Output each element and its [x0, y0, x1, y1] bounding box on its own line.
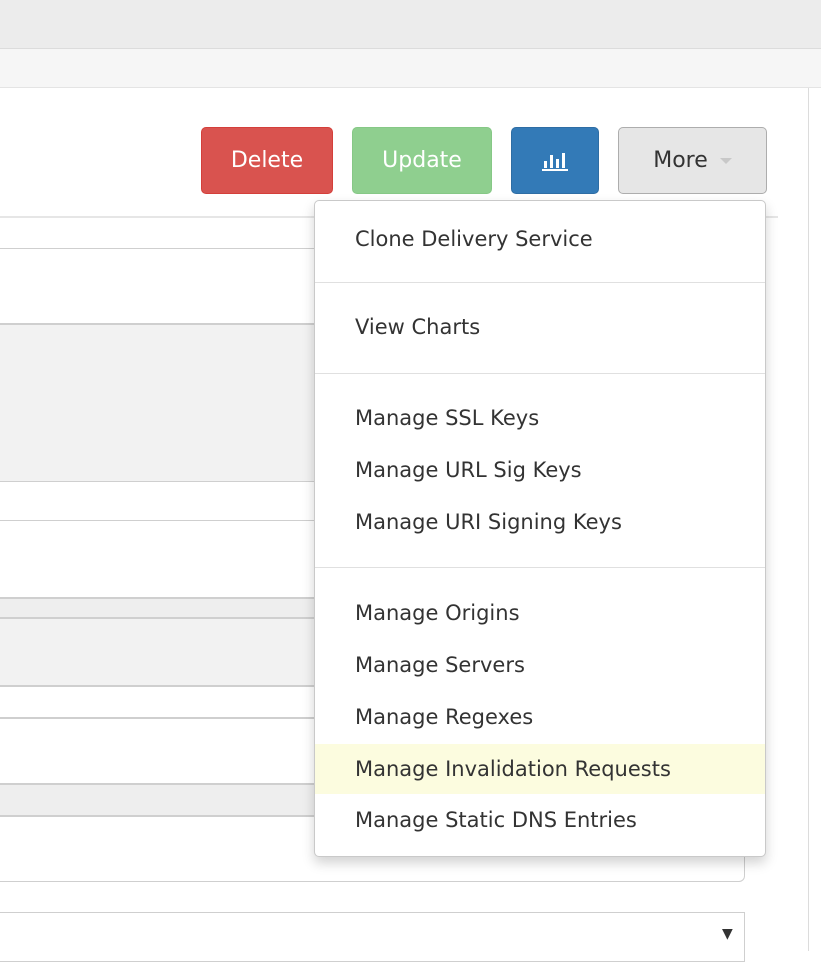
update-button[interactable]: Update [352, 127, 492, 194]
menu-item-label: Clone Delivery Service [355, 227, 593, 251]
menu-item-manage-regexes[interactable]: Manage Regexes [315, 692, 765, 742]
top-header-bar [0, 0, 821, 49]
menu-divider [315, 373, 765, 374]
menu-item-label: Manage URI Signing Keys [355, 510, 622, 534]
menu-item-manage-invalidation-requests[interactable]: Manage Invalidation Requests [315, 744, 765, 794]
menu-divider [315, 567, 765, 568]
menu-item-manage-url-sig-keys[interactable]: Manage URL Sig Keys [315, 445, 765, 495]
form-field [0, 618, 320, 686]
bar-chart-icon [542, 152, 568, 171]
form-textarea [0, 324, 320, 482]
menu-item-manage-servers[interactable]: Manage Servers [315, 640, 765, 690]
menu-item-manage-ssl-keys[interactable]: Manage SSL Keys [315, 393, 765, 443]
more-dropdown-button[interactable]: More [618, 127, 767, 194]
charts-button[interactable] [511, 127, 599, 194]
menu-item-manage-uri-signing-keys[interactable]: Manage URI Signing Keys [315, 497, 765, 547]
update-button-label: Update [382, 148, 462, 173]
form-field [0, 520, 320, 598]
menu-divider [315, 282, 765, 283]
menu-item-label: View Charts [355, 315, 481, 339]
select-arrow-icon[interactable]: ▼ [722, 926, 733, 942]
menu-item-clone-delivery-service[interactable]: Clone Delivery Service [315, 214, 765, 264]
menu-item-label: Manage Static DNS Entries [355, 808, 637, 832]
delete-button[interactable]: Delete [201, 127, 333, 194]
form-field [0, 718, 320, 784]
menu-item-label: Manage URL Sig Keys [355, 458, 582, 482]
menu-item-label: Manage Servers [355, 653, 525, 677]
menu-item-manage-origins[interactable]: Manage Origins [315, 588, 765, 638]
form-select[interactable] [0, 912, 745, 962]
menu-item-label: Manage Origins [355, 601, 520, 625]
delete-button-label: Delete [230, 148, 304, 173]
form-field [0, 784, 320, 816]
form-field [0, 248, 320, 324]
more-button-label: More [653, 148, 708, 173]
sub-header-bar [0, 49, 821, 88]
menu-item-label: Manage Regexes [355, 705, 534, 729]
form-field [0, 598, 320, 618]
form-field [0, 686, 320, 718]
menu-item-manage-static-dns-entries[interactable]: Manage Static DNS Entries [315, 795, 765, 845]
menu-item-label: Manage Invalidation Requests [355, 757, 671, 781]
menu-item-label: Manage SSL Keys [355, 406, 540, 430]
more-dropdown-menu: Clone Delivery Service View Charts Manag… [314, 200, 766, 857]
menu-item-view-charts[interactable]: View Charts [315, 302, 765, 352]
caret-down-icon [719, 157, 732, 164]
